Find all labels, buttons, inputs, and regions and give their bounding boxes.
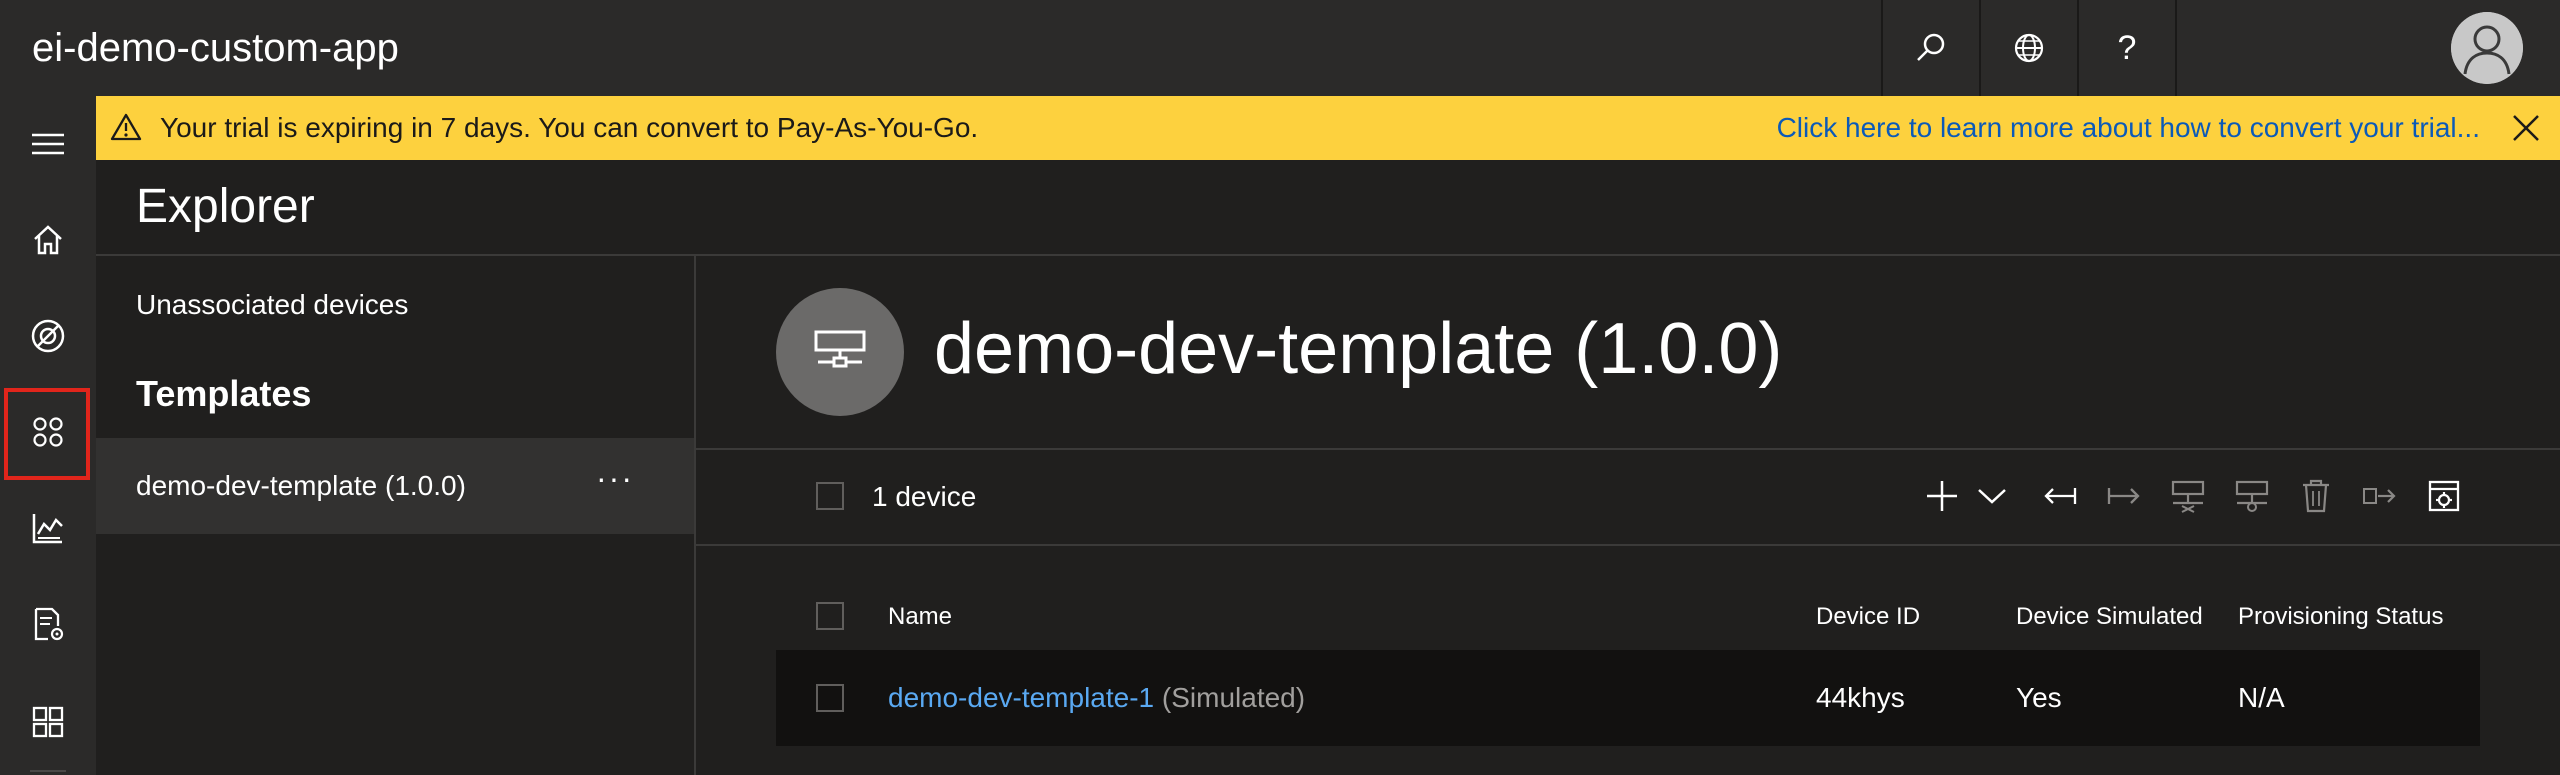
title-divider [696, 448, 2560, 450]
column-header-device-id[interactable]: Device ID [1816, 602, 1920, 632]
template-title: demo-dev-template (1.0.0) [934, 309, 1783, 389]
nav-home[interactable] [0, 192, 96, 288]
explorer-side-panel: Unassociated devices Templates demo-dev-… [96, 256, 694, 775]
unassociated-devices-link[interactable]: Unassociated devices [136, 288, 408, 322]
device-groups-icon [30, 414, 66, 450]
delete-button[interactable] [2294, 474, 2338, 518]
device-name-link[interactable]: demo-dev-template-1 [888, 682, 1154, 713]
column-header-name[interactable]: Name [888, 602, 952, 632]
nav-device-explorer[interactable] [0, 288, 96, 384]
hamburger-menu-button[interactable] [0, 96, 96, 192]
convert-trial-link[interactable]: Click here to learn more about how to co… [1777, 110, 2480, 146]
delete-icon [2301, 479, 2331, 513]
block-device-icon [2170, 479, 2206, 513]
help-icon: ? [2117, 28, 2137, 67]
dashboard-icon [31, 705, 65, 739]
device-simulated-cell: Yes [2016, 682, 2062, 713]
simulated-suffix: (Simulated) [1161, 682, 1306, 713]
add-icon [1925, 479, 1959, 513]
nav-dashboard[interactable] [0, 674, 96, 770]
import-button[interactable] [2038, 474, 2082, 518]
warning-icon [110, 112, 142, 142]
app-title[interactable]: ei-demo-custom-app [32, 24, 399, 72]
select-all-devices-checkbox[interactable] [816, 482, 844, 510]
main-content: demo-dev-template (1.0.0) 1 device Name … [696, 256, 2560, 775]
column-header-provisioning-status[interactable]: Provisioning Status [2238, 602, 2443, 632]
globe-icon [2012, 31, 2046, 65]
template-list-item-label: demo-dev-template (1.0.0) [136, 470, 466, 501]
nav-device-groups[interactable] [0, 384, 96, 480]
migrate-button[interactable] [2358, 474, 2402, 518]
trial-banner: Your trial is expiring in 7 days. You ca… [96, 96, 2560, 160]
templates-heading: Templates [136, 373, 312, 414]
table-row[interactable]: demo-dev-template-1 (Simulated) 44khys Y… [776, 650, 2480, 746]
top-bar: ei-demo-custom-app ? [0, 0, 2560, 96]
device-id-cell: 44khys [1816, 682, 1905, 713]
avatar[interactable] [2451, 12, 2523, 84]
chevron-down-icon [1977, 486, 2007, 506]
migrate-icon [2362, 484, 2398, 508]
device-template-avatar [776, 288, 904, 416]
close-icon[interactable] [2510, 112, 2542, 144]
import-icon [2042, 484, 2078, 508]
table-select-all-checkbox[interactable] [816, 602, 844, 630]
jobs-icon [30, 606, 66, 642]
nav-jobs[interactable] [0, 576, 96, 672]
add-device-dropdown[interactable] [1970, 474, 2014, 518]
search-icon [1914, 31, 1948, 65]
hamburger-menu-icon [30, 130, 66, 158]
template-list-item[interactable]: demo-dev-template (1.0.0) ··· [96, 438, 694, 534]
page-title: Explorer [136, 180, 315, 233]
trial-banner-text: Your trial is expiring in 7 days. You ca… [160, 112, 979, 143]
column-header-device-simulated[interactable]: Device Simulated [2016, 602, 2203, 632]
export-button[interactable] [2102, 474, 2146, 518]
nav-analytics[interactable] [0, 480, 96, 576]
search-button[interactable] [1881, 0, 1979, 96]
export-icon [2106, 484, 2142, 508]
home-icon [31, 223, 65, 257]
help-button[interactable]: ? [2077, 0, 2177, 96]
manage-columns-button[interactable] [2422, 474, 2466, 518]
row-checkbox[interactable] [816, 684, 844, 712]
user-icon [2451, 12, 2523, 84]
device-template-icon [810, 326, 870, 378]
left-nav-rail [0, 96, 96, 775]
block-device-button[interactable] [2166, 474, 2210, 518]
unblock-device-icon [2234, 479, 2270, 513]
language-button[interactable] [1979, 0, 2077, 96]
provisioning-status-cell: N/A [2238, 682, 2285, 713]
settings-icon [2427, 479, 2461, 513]
device-explorer-icon [30, 318, 66, 354]
unblock-device-button[interactable] [2230, 474, 2274, 518]
device-count: 1 device [872, 481, 977, 512]
add-device-button[interactable] [1920, 474, 1964, 518]
more-options-button[interactable]: ··· [596, 460, 634, 497]
analytics-icon [30, 510, 66, 546]
toolbar-divider [696, 544, 2560, 546]
device-name-cell: demo-dev-template-1 (Simulated) [888, 680, 1305, 716]
rail-divider [30, 770, 66, 772]
